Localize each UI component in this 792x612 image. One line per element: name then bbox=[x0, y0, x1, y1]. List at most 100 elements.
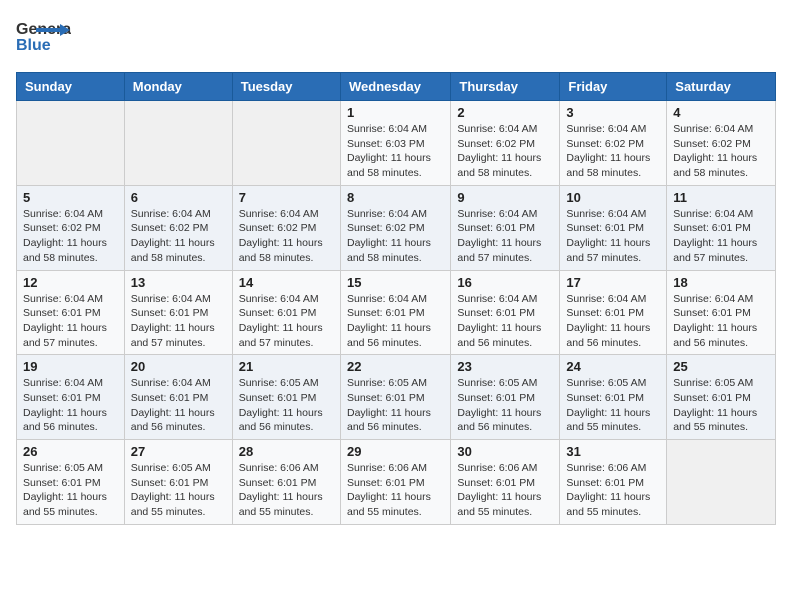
calendar-cell: 9 Sunrise: 6:04 AMSunset: 6:01 PMDaylight… bbox=[451, 185, 560, 270]
day-number: 28 bbox=[239, 444, 334, 459]
calendar-cell bbox=[17, 101, 125, 186]
day-info: Sunrise: 6:04 AMSunset: 6:02 PMDaylight:… bbox=[347, 207, 444, 266]
calendar-cell: 22 Sunrise: 6:05 AMSunset: 6:01 PMDayligh… bbox=[340, 355, 450, 440]
day-number: 18 bbox=[673, 275, 769, 290]
calendar-cell: 25 Sunrise: 6:05 AMSunset: 6:01 PMDayligh… bbox=[667, 355, 776, 440]
day-info: Sunrise: 6:04 AMSunset: 6:01 PMDaylight:… bbox=[131, 292, 226, 351]
calendar-cell: 21 Sunrise: 6:05 AMSunset: 6:01 PMDayligh… bbox=[232, 355, 340, 440]
day-info: Sunrise: 6:04 AMSunset: 6:02 PMDaylight:… bbox=[457, 122, 553, 181]
day-number: 30 bbox=[457, 444, 553, 459]
day-info: Sunrise: 6:04 AMSunset: 6:02 PMDaylight:… bbox=[239, 207, 334, 266]
day-number: 14 bbox=[239, 275, 334, 290]
calendar-cell: 1 Sunrise: 6:04 AMSunset: 6:03 PMDaylight… bbox=[340, 101, 450, 186]
day-number: 9 bbox=[457, 190, 553, 205]
day-info: Sunrise: 6:06 AMSunset: 6:01 PMDaylight:… bbox=[347, 461, 444, 520]
day-info: Sunrise: 6:04 AMSunset: 6:01 PMDaylight:… bbox=[673, 292, 769, 351]
day-info: Sunrise: 6:05 AMSunset: 6:01 PMDaylight:… bbox=[566, 376, 660, 435]
day-info: Sunrise: 6:04 AMSunset: 6:01 PMDaylight:… bbox=[566, 292, 660, 351]
day-number: 8 bbox=[347, 190, 444, 205]
day-number: 11 bbox=[673, 190, 769, 205]
day-info: Sunrise: 6:04 AMSunset: 6:01 PMDaylight:… bbox=[131, 376, 226, 435]
page-header: General Blue bbox=[16, 16, 776, 60]
day-info: Sunrise: 6:05 AMSunset: 6:01 PMDaylight:… bbox=[347, 376, 444, 435]
calendar-table: SundayMondayTuesdayWednesdayThursdayFrid… bbox=[16, 72, 776, 525]
calendar-header-saturday: Saturday bbox=[667, 73, 776, 101]
day-info: Sunrise: 6:04 AMSunset: 6:02 PMDaylight:… bbox=[673, 122, 769, 181]
day-number: 19 bbox=[23, 359, 118, 374]
calendar-header-sunday: Sunday bbox=[17, 73, 125, 101]
calendar-cell: 31Sunrise: 6:06 AMSunset: 6:01 PMDayligh… bbox=[560, 440, 667, 525]
calendar-cell: 3 Sunrise: 6:04 AMSunset: 6:02 PMDaylight… bbox=[560, 101, 667, 186]
calendar-cell: 10Sunrise: 6:04 AMSunset: 6:01 PMDayligh… bbox=[560, 185, 667, 270]
day-info: Sunrise: 6:04 AMSunset: 6:03 PMDaylight:… bbox=[347, 122, 444, 181]
day-number: 6 bbox=[131, 190, 226, 205]
day-info: Sunrise: 6:04 AMSunset: 6:01 PMDaylight:… bbox=[457, 292, 553, 351]
day-number: 21 bbox=[239, 359, 334, 374]
calendar-cell: 4 Sunrise: 6:04 AMSunset: 6:02 PMDaylight… bbox=[667, 101, 776, 186]
calendar-week-row: 5 Sunrise: 6:04 AMSunset: 6:02 PMDaylight… bbox=[17, 185, 776, 270]
day-number: 26 bbox=[23, 444, 118, 459]
logo-icon: General Blue bbox=[16, 16, 71, 60]
day-info: Sunrise: 6:05 AMSunset: 6:01 PMDaylight:… bbox=[131, 461, 226, 520]
day-info: Sunrise: 6:04 AMSunset: 6:01 PMDaylight:… bbox=[457, 207, 553, 266]
calendar-cell: 23 Sunrise: 6:05 AMSunset: 6:01 PMDayligh… bbox=[451, 355, 560, 440]
day-number: 15 bbox=[347, 275, 444, 290]
calendar-week-row: 19 Sunrise: 6:04 AMSunset: 6:01 PMDayligh… bbox=[17, 355, 776, 440]
day-info: Sunrise: 6:04 AMSunset: 6:02 PMDaylight:… bbox=[566, 122, 660, 181]
calendar-header-wednesday: Wednesday bbox=[340, 73, 450, 101]
day-number: 3 bbox=[566, 105, 660, 120]
day-info: Sunrise: 6:04 AMSunset: 6:01 PMDaylight:… bbox=[23, 292, 118, 351]
calendar-header-tuesday: Tuesday bbox=[232, 73, 340, 101]
calendar-cell: 14 Sunrise: 6:04 AMSunset: 6:01 PMDayligh… bbox=[232, 270, 340, 355]
svg-text:Blue: Blue bbox=[16, 37, 51, 54]
day-number: 1 bbox=[347, 105, 444, 120]
calendar-cell: 26 Sunrise: 6:05 AMSunset: 6:01 PMDayligh… bbox=[17, 440, 125, 525]
calendar-cell: 5 Sunrise: 6:04 AMSunset: 6:02 PMDaylight… bbox=[17, 185, 125, 270]
day-number: 25 bbox=[673, 359, 769, 374]
day-info: Sunrise: 6:05 AMSunset: 6:01 PMDaylight:… bbox=[457, 376, 553, 435]
day-info: Sunrise: 6:05 AMSunset: 6:01 PMDaylight:… bbox=[673, 376, 769, 435]
day-number: 16 bbox=[457, 275, 553, 290]
day-number: 10 bbox=[566, 190, 660, 205]
day-number: 23 bbox=[457, 359, 553, 374]
day-info: Sunrise: 6:06 AMSunset: 6:01 PMDaylight:… bbox=[239, 461, 334, 520]
calendar-cell: 17 Sunrise: 6:04 AMSunset: 6:01 PMDayligh… bbox=[560, 270, 667, 355]
calendar-cell: 20 Sunrise: 6:04 AMSunset: 6:01 PMDayligh… bbox=[124, 355, 232, 440]
calendar-header-friday: Friday bbox=[560, 73, 667, 101]
day-number: 5 bbox=[23, 190, 118, 205]
calendar-cell bbox=[667, 440, 776, 525]
calendar-cell: 19 Sunrise: 6:04 AMSunset: 6:01 PMDayligh… bbox=[17, 355, 125, 440]
day-info: Sunrise: 6:04 AMSunset: 6:01 PMDaylight:… bbox=[347, 292, 444, 351]
calendar-cell bbox=[232, 101, 340, 186]
day-info: Sunrise: 6:05 AMSunset: 6:01 PMDaylight:… bbox=[23, 461, 118, 520]
day-number: 27 bbox=[131, 444, 226, 459]
day-number: 29 bbox=[347, 444, 444, 459]
calendar-cell: 2 Sunrise: 6:04 AMSunset: 6:02 PMDaylight… bbox=[451, 101, 560, 186]
day-info: Sunrise: 6:04 AMSunset: 6:01 PMDaylight:… bbox=[239, 292, 334, 351]
day-number: 13 bbox=[131, 275, 226, 290]
calendar-cell: 7Sunrise: 6:04 AMSunset: 6:02 PMDaylight… bbox=[232, 185, 340, 270]
calendar-cell: 27 Sunrise: 6:05 AMSunset: 6:01 PMDayligh… bbox=[124, 440, 232, 525]
calendar-cell: 12Sunrise: 6:04 AMSunset: 6:01 PMDayligh… bbox=[17, 270, 125, 355]
day-number: 31 bbox=[566, 444, 660, 459]
calendar-week-row: 1 Sunrise: 6:04 AMSunset: 6:03 PMDaylight… bbox=[17, 101, 776, 186]
calendar-cell: 13 Sunrise: 6:04 AMSunset: 6:01 PMDayligh… bbox=[124, 270, 232, 355]
day-info: Sunrise: 6:04 AMSunset: 6:01 PMDaylight:… bbox=[23, 376, 118, 435]
calendar-cell: 29 Sunrise: 6:06 AMSunset: 6:01 PMDayligh… bbox=[340, 440, 450, 525]
day-info: Sunrise: 6:04 AMSunset: 6:02 PMDaylight:… bbox=[23, 207, 118, 266]
calendar-cell: 18 Sunrise: 6:04 AMSunset: 6:01 PMDayligh… bbox=[667, 270, 776, 355]
day-number: 17 bbox=[566, 275, 660, 290]
day-info: Sunrise: 6:04 AMSunset: 6:02 PMDaylight:… bbox=[131, 207, 226, 266]
day-info: Sunrise: 6:04 AMSunset: 6:01 PMDaylight:… bbox=[673, 207, 769, 266]
day-number: 24 bbox=[566, 359, 660, 374]
calendar-cell: 16 Sunrise: 6:04 AMSunset: 6:01 PMDayligh… bbox=[451, 270, 560, 355]
day-number: 4 bbox=[673, 105, 769, 120]
day-number: 20 bbox=[131, 359, 226, 374]
calendar-week-row: 12Sunrise: 6:04 AMSunset: 6:01 PMDayligh… bbox=[17, 270, 776, 355]
day-number: 2 bbox=[457, 105, 553, 120]
calendar-header-row: SundayMondayTuesdayWednesdayThursdayFrid… bbox=[17, 73, 776, 101]
calendar-header-thursday: Thursday bbox=[451, 73, 560, 101]
day-number: 22 bbox=[347, 359, 444, 374]
day-info: Sunrise: 6:05 AMSunset: 6:01 PMDaylight:… bbox=[239, 376, 334, 435]
day-info: Sunrise: 6:06 AMSunset: 6:01 PMDaylight:… bbox=[457, 461, 553, 520]
